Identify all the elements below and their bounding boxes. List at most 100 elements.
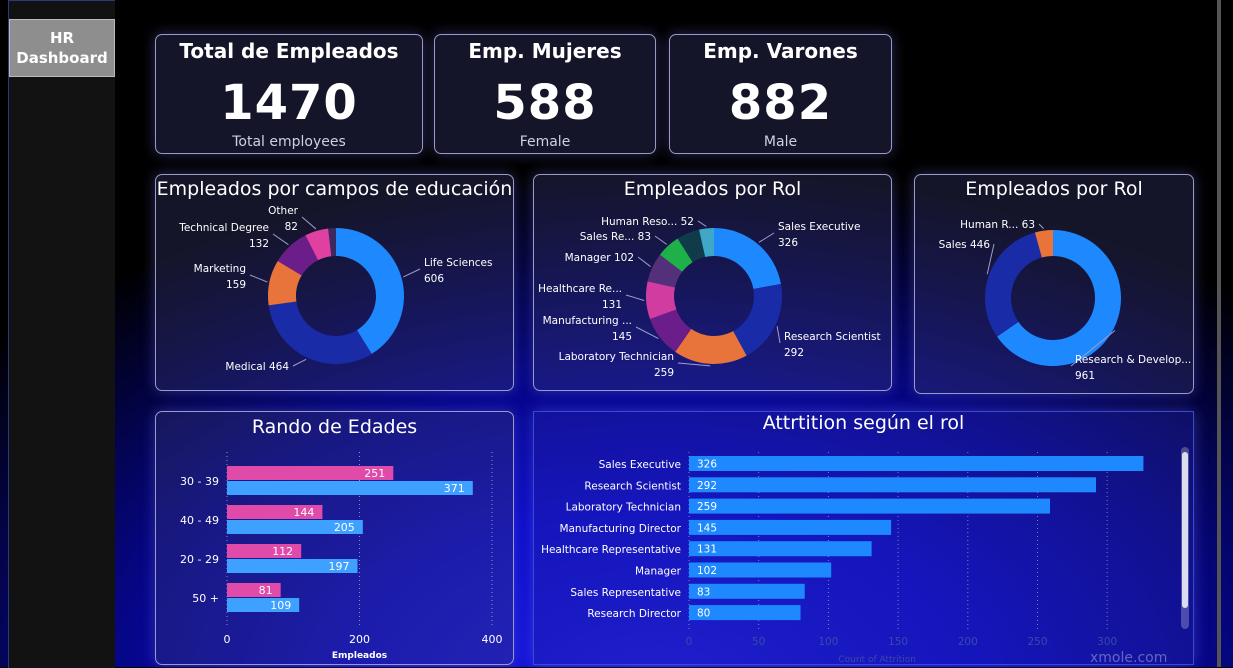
age-bar-value: 251	[364, 467, 385, 480]
slice-value-research-scientist: 292	[784, 347, 804, 359]
dashboard-background: HR Dashboard Total de Empleados 1470 Tot…	[0, 0, 1233, 668]
attrition-x-axis-label: Count of Attrition	[838, 655, 916, 665]
attrition-bar-value: 83	[697, 586, 710, 598]
attrition-category-label: Sales Representative	[570, 587, 681, 599]
slice-label-medical: Medical 464	[225, 361, 289, 373]
age-x-tick: 200	[349, 633, 370, 646]
slice-value-life-sciences: 606	[424, 273, 444, 285]
slice-label-manufacturing: Manufacturing ...	[543, 315, 632, 327]
kpi-female-title: Emp. Mujeres	[468, 39, 622, 63]
department-donut-card[interactable]: Empleados por Rol Research & Develop... 9…	[914, 174, 1194, 394]
kpi-total-subtitle: Total employees	[232, 134, 346, 150]
leader-line	[776, 326, 781, 344]
attrition-bar-value: 326	[697, 459, 717, 471]
leader-line	[301, 216, 317, 230]
attrition-x-tick: 0	[686, 636, 693, 648]
leader-line	[758, 232, 775, 243]
leader-line	[654, 235, 668, 245]
slice-label-manager: Manager 102	[565, 252, 634, 264]
nav-label-line2: Dashboard	[16, 49, 108, 67]
attrition-category-label: Manufacturing Director	[559, 523, 681, 535]
slice-label-research-develop: Research & Develop...	[1075, 354, 1191, 366]
education-donut-chart: Life Sciences 606 Medical 464 Marketing 159 T…	[178, 205, 492, 373]
leader-line	[1038, 223, 1044, 229]
age-range-bar-chart: 30 - 39 251 371 40 - 49 144 205 20 - 29 112 197 5…	[180, 452, 503, 661]
kpi-male-title: Emp. Varones	[703, 39, 858, 63]
age-x-tick: 0	[224, 633, 231, 646]
attrition-bar-value: 145	[697, 522, 717, 534]
slice-label-healthcare-re: Healthcare Re...	[538, 283, 622, 295]
attrition-bar-value: 259	[697, 501, 717, 513]
kpi-female-subtitle: Female	[519, 134, 571, 150]
attrition-bar	[689, 456, 1144, 471]
leader-line	[403, 268, 421, 278]
leader-line	[697, 220, 707, 227]
slice-value-manufacturing: 145	[612, 331, 632, 343]
age-bar-value: 144	[293, 506, 314, 519]
attrition-x-tick: 150	[888, 636, 908, 648]
slice-label-sales-re: Sales Re... 83	[580, 231, 651, 243]
donut-slice-medical	[268, 301, 372, 364]
role-donut-card[interactable]: Empleados por Rol Sales Executive 326 Rese…	[533, 174, 892, 391]
donut-slice-sales-executive	[714, 228, 781, 289]
age-bar-value: 371	[444, 482, 465, 495]
attrition-bar-value: 131	[697, 544, 717, 556]
kpi-male-card[interactable]: Emp. Varones 882 Male	[669, 34, 892, 154]
age-x-tick: 400	[482, 633, 503, 646]
attrition-category-label: Laboratory Technician	[566, 502, 681, 514]
age-bar-value: 81	[259, 584, 273, 597]
age-category-label: 20 - 29	[180, 553, 219, 566]
slice-label-human-reso: Human Reso... 52	[601, 216, 694, 228]
leader-line	[292, 358, 307, 367]
slice-label-life-sciences: Life Sciences	[424, 257, 492, 269]
slice-value-sales-executive: 326	[778, 237, 798, 249]
age-bar-value: 112	[272, 545, 293, 558]
attrition-x-tick: 250	[1027, 636, 1047, 648]
attrition-bar-chart: Sales Executive 326 Research Scientist 292 L…	[541, 452, 1144, 665]
leader-line	[272, 233, 289, 246]
kpi-total-card[interactable]: Total de Empleados 1470 Total employees	[155, 34, 423, 154]
age-category-label: 50 +	[192, 592, 219, 605]
leader-line	[637, 256, 651, 267]
slice-value-other: 82	[285, 221, 298, 233]
leader-line	[625, 294, 645, 301]
age-x-axis-label: Empleados	[332, 651, 387, 661]
department-donut-chart: Research & Develop... 961 Sales 446 Human R…	[939, 219, 1192, 382]
age-bar-value: 109	[270, 599, 291, 612]
attrition-x-tick: 200	[958, 636, 978, 648]
age-range-card[interactable]: Rando de Edades 30 - 39 251 371 40 - 49 144 2…	[155, 411, 514, 665]
slice-label-human-r: Human R... 63	[960, 219, 1035, 231]
hr-dashboard-nav-button[interactable]: HR Dashboard	[9, 19, 115, 77]
slice-label-other: Other	[268, 205, 298, 217]
kpi-female-card[interactable]: Emp. Mujeres 588 Female	[434, 34, 656, 154]
attrition-x-tick: 300	[1097, 636, 1117, 648]
kpi-male-value: 882	[728, 75, 833, 131]
education-donut-card[interactable]: Empleados por campos de educación Life S…	[155, 174, 514, 391]
attrition-category-label: Healthcare Representative	[541, 544, 681, 556]
age-category-label: 40 - 49	[180, 514, 219, 527]
attrition-bar-value: 80	[697, 608, 710, 620]
slice-label-sales: Sales 446	[939, 239, 991, 251]
attrition-bar-value: 292	[697, 480, 717, 492]
age-category-label: 30 - 39	[180, 475, 219, 488]
attrition-scrollbar-thumb[interactable]	[1182, 452, 1188, 608]
attrition-category-label: Research Scientist	[584, 480, 681, 492]
attrition-bar	[689, 477, 1097, 493]
slice-value-marketing: 159	[226, 279, 246, 291]
slice-value-healthcare-re: 131	[602, 299, 622, 311]
watermark: xmole.com	[1090, 650, 1168, 666]
slice-label-marketing: Marketing	[194, 263, 246, 275]
age-bar-value: 197	[329, 560, 350, 573]
attrition-category-label: Sales Executive	[599, 459, 681, 471]
slice-label-laboratory-technician: Laboratory Technician	[559, 351, 674, 363]
slice-label-sales-executive: Sales Executive	[778, 221, 860, 233]
slice-value-technical-degree: 132	[249, 238, 269, 250]
role-donut-chart: Sales Executive 326 Research Scientist 292 L…	[538, 216, 880, 379]
attrition-x-tick: 50	[752, 636, 765, 648]
attrition-bar-value: 102	[697, 565, 717, 577]
nav-label-line1: HR	[49, 29, 75, 47]
age-bar-value: 205	[334, 521, 355, 534]
attrition-card[interactable]: Attrtition según el rol Sales Executive 3…	[533, 411, 1194, 665]
attrition-x-tick: 100	[818, 636, 838, 648]
leader-line	[249, 274, 268, 283]
